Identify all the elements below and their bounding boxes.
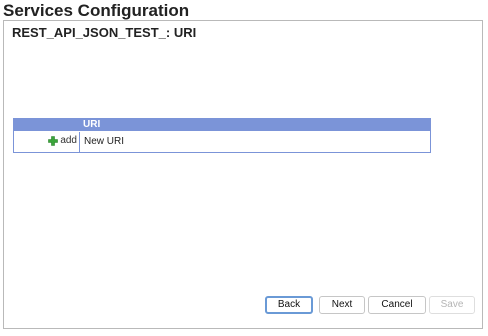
row-action-cell: add <box>14 132 80 152</box>
uri-table: URI add New URI <box>13 118 431 153</box>
uri-column-header: URI <box>83 119 101 130</box>
add-label: add <box>60 135 77 146</box>
table-row: add New URI <box>14 132 430 152</box>
uri-table-header: URI <box>14 119 430 131</box>
page-title: Services Configuration <box>3 1 190 20</box>
services-config-panel: REST_API_JSON_TEST_: URI URI add New URI… <box>3 20 483 329</box>
add-uri-button[interactable]: add <box>48 135 77 147</box>
plus-icon <box>48 136 59 146</box>
panel-title: REST_API_JSON_TEST_: URI <box>12 25 197 40</box>
uri-value: New URI <box>84 136 125 147</box>
next-button[interactable]: Next <box>319 296 365 314</box>
cancel-button[interactable]: Cancel <box>368 296 426 314</box>
save-button[interactable]: Save <box>429 296 475 314</box>
back-button[interactable]: Back <box>265 296 313 314</box>
